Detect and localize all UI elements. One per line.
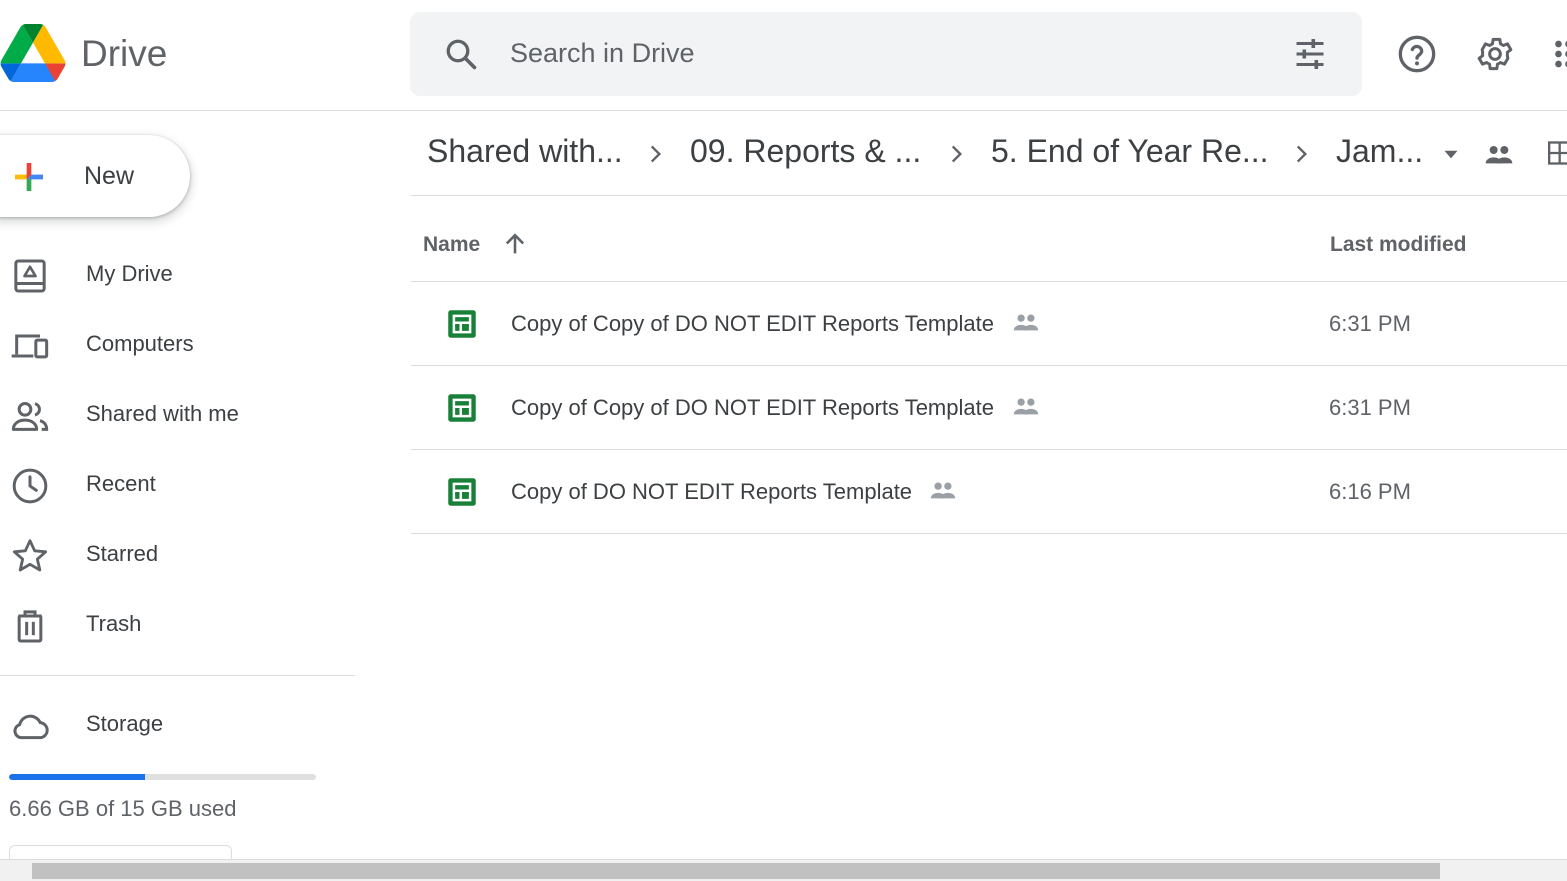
google-sheets-icon [448,310,476,338]
new-button-label: New [84,162,135,190]
shared-people-icon [1013,398,1039,415]
my-drive-icon [14,259,46,293]
sidebar-item-trash[interactable]: Trash [0,594,355,654]
new-button[interactable]: New [0,135,190,217]
apps-grid-icon[interactable] [1550,34,1567,74]
search-options-icon[interactable] [1292,36,1328,72]
breadcrumb-item[interactable]: Shared with... [427,133,623,170]
chevron-right-icon [951,145,963,163]
sidebar-divider [0,675,355,676]
shared-folder-people-icon[interactable] [1483,138,1515,170]
breadcrumb: Shared with... 09. Reports & ... 5. End … [411,111,1567,196]
breadcrumb-current-folder[interactable]: Jam... [1336,133,1423,170]
google-sheets-icon [448,394,476,422]
sidebar-item-label: Storage [86,711,164,736]
shared-people-icon [1013,314,1039,331]
sort-by-name-header[interactable]: Name [423,233,480,257]
file-name[interactable]: Copy of Copy of DO NOT EDIT Reports Temp… [511,311,994,337]
chevron-right-icon [650,145,662,163]
sidebar-item-label: Computers [86,331,194,356]
file-list-header: Name Last modified [411,196,1567,282]
google-sheets-icon [448,478,476,506]
star-icon [12,539,48,572]
search-icon[interactable] [443,36,479,72]
plus-icon [15,163,43,191]
file-name[interactable]: Copy of DO NOT EDIT Reports Template [511,479,912,505]
arrow-up-icon[interactable] [501,230,529,258]
sidebar-item-storage[interactable]: Storage [0,694,355,754]
file-modified: 6:31 PM [1329,311,1411,336]
scrollbar-thumb[interactable] [32,863,1440,879]
file-modified: 6:31 PM [1329,395,1411,420]
sidebar-item-label: Trash [86,611,142,636]
storage-progress-fill [9,774,146,780]
sidebar-item-computers[interactable]: Computers [0,314,355,374]
breadcrumb-item[interactable]: 5. End of Year Re... [991,133,1269,170]
sidebar-item-label: My Drive [86,261,173,286]
trash-icon [17,610,43,643]
settings-gear-icon[interactable] [1475,34,1515,74]
sidebar-item-label: Recent [86,471,156,496]
file-modified: 6:16 PM [1329,479,1411,504]
grid-view-icon[interactable] [1543,139,1567,167]
table-row[interactable]: Copy of DO NOT EDIT Reports Template 6:1… [411,450,1567,534]
sidebar-item-starred[interactable]: Starred [0,524,355,584]
clock-icon [12,468,48,504]
top-header: Drive Search in Drive [0,0,1567,111]
help-icon[interactable] [1397,34,1437,74]
chevron-right-icon [1296,145,1308,163]
people-icon [11,402,49,431]
storage-used-text: 6.66 GB of 15 GB used [9,796,237,821]
search-input[interactable]: Search in Drive [510,38,695,69]
breadcrumb-item[interactable]: 09. Reports & ... [690,133,921,170]
app-brand[interactable]: Drive [81,33,167,75]
computers-icon [11,334,49,359]
horizontal-scrollbar[interactable] [0,859,1567,881]
sidebar-item-shared-with-me[interactable]: Shared with me [0,384,355,444]
sidebar-item-recent[interactable]: Recent [0,454,355,514]
sidebar-item-my-drive[interactable]: My Drive [0,244,355,304]
caret-down-icon[interactable] [1438,141,1464,167]
last-modified-header[interactable]: Last modified [1330,233,1467,257]
table-row[interactable]: Copy of Copy of DO NOT EDIT Reports Temp… [411,282,1567,366]
sidebar-item-label: Shared with me [86,401,239,426]
cloud-icon [13,714,49,740]
storage-progress-bar [9,774,316,780]
file-name[interactable]: Copy of Copy of DO NOT EDIT Reports Temp… [511,395,994,421]
drive-logo-icon[interactable] [0,24,66,82]
sidebar-item-label: Starred [86,541,159,566]
table-row[interactable]: Copy of Copy of DO NOT EDIT Reports Temp… [411,366,1567,450]
search-bar[interactable]: Search in Drive [410,12,1362,96]
shared-people-icon [930,482,956,499]
